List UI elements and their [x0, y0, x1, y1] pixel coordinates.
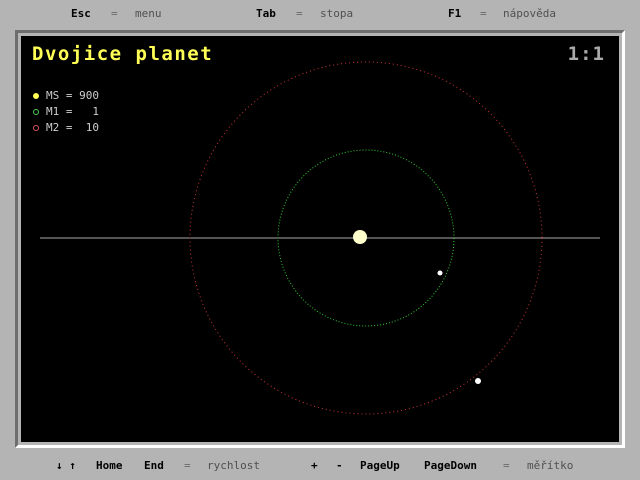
speed-action: rychlost	[207, 459, 260, 472]
tab-key[interactable]: Tab	[256, 0, 276, 28]
top-key-bar: Esc = menu Tab = stopa F1 = nápověda	[0, 0, 640, 28]
scale-action: měřítko	[527, 459, 574, 472]
end-key[interactable]: End	[144, 452, 164, 480]
tab-action-trace: stopa	[320, 7, 354, 20]
bottom-key-bar: ↓ ↑ Home End = rychlost + - PageUp PageD…	[0, 452, 640, 480]
f1-equals: =	[480, 7, 487, 20]
f1-key[interactable]: F1	[448, 0, 461, 28]
simulation-screen: Dvojice planet 1:1 MS = 900 M1 = 1 M2 = …	[21, 36, 619, 442]
orbit-canvas	[40, 61, 600, 415]
pageup-key[interactable]: PageUp	[360, 452, 400, 480]
arrow-keys[interactable]: ↓ ↑	[56, 452, 76, 480]
scale-equals: =	[503, 459, 510, 472]
planet-2-body	[475, 378, 481, 384]
pagedown-key[interactable]: PageDown	[424, 452, 477, 480]
sun-body	[353, 230, 367, 244]
tab-equals: =	[296, 7, 303, 20]
minus-key[interactable]: -	[336, 452, 343, 480]
planet-1-body	[437, 270, 443, 276]
home-key[interactable]: Home	[96, 452, 123, 480]
esc-action-menu: menu	[135, 7, 162, 20]
plus-key[interactable]: +	[311, 452, 318, 480]
f1-action-help: nápověda	[503, 7, 556, 20]
esc-key[interactable]: Esc	[71, 0, 91, 28]
speed-equals: =	[184, 459, 191, 472]
esc-equals: =	[111, 7, 118, 20]
